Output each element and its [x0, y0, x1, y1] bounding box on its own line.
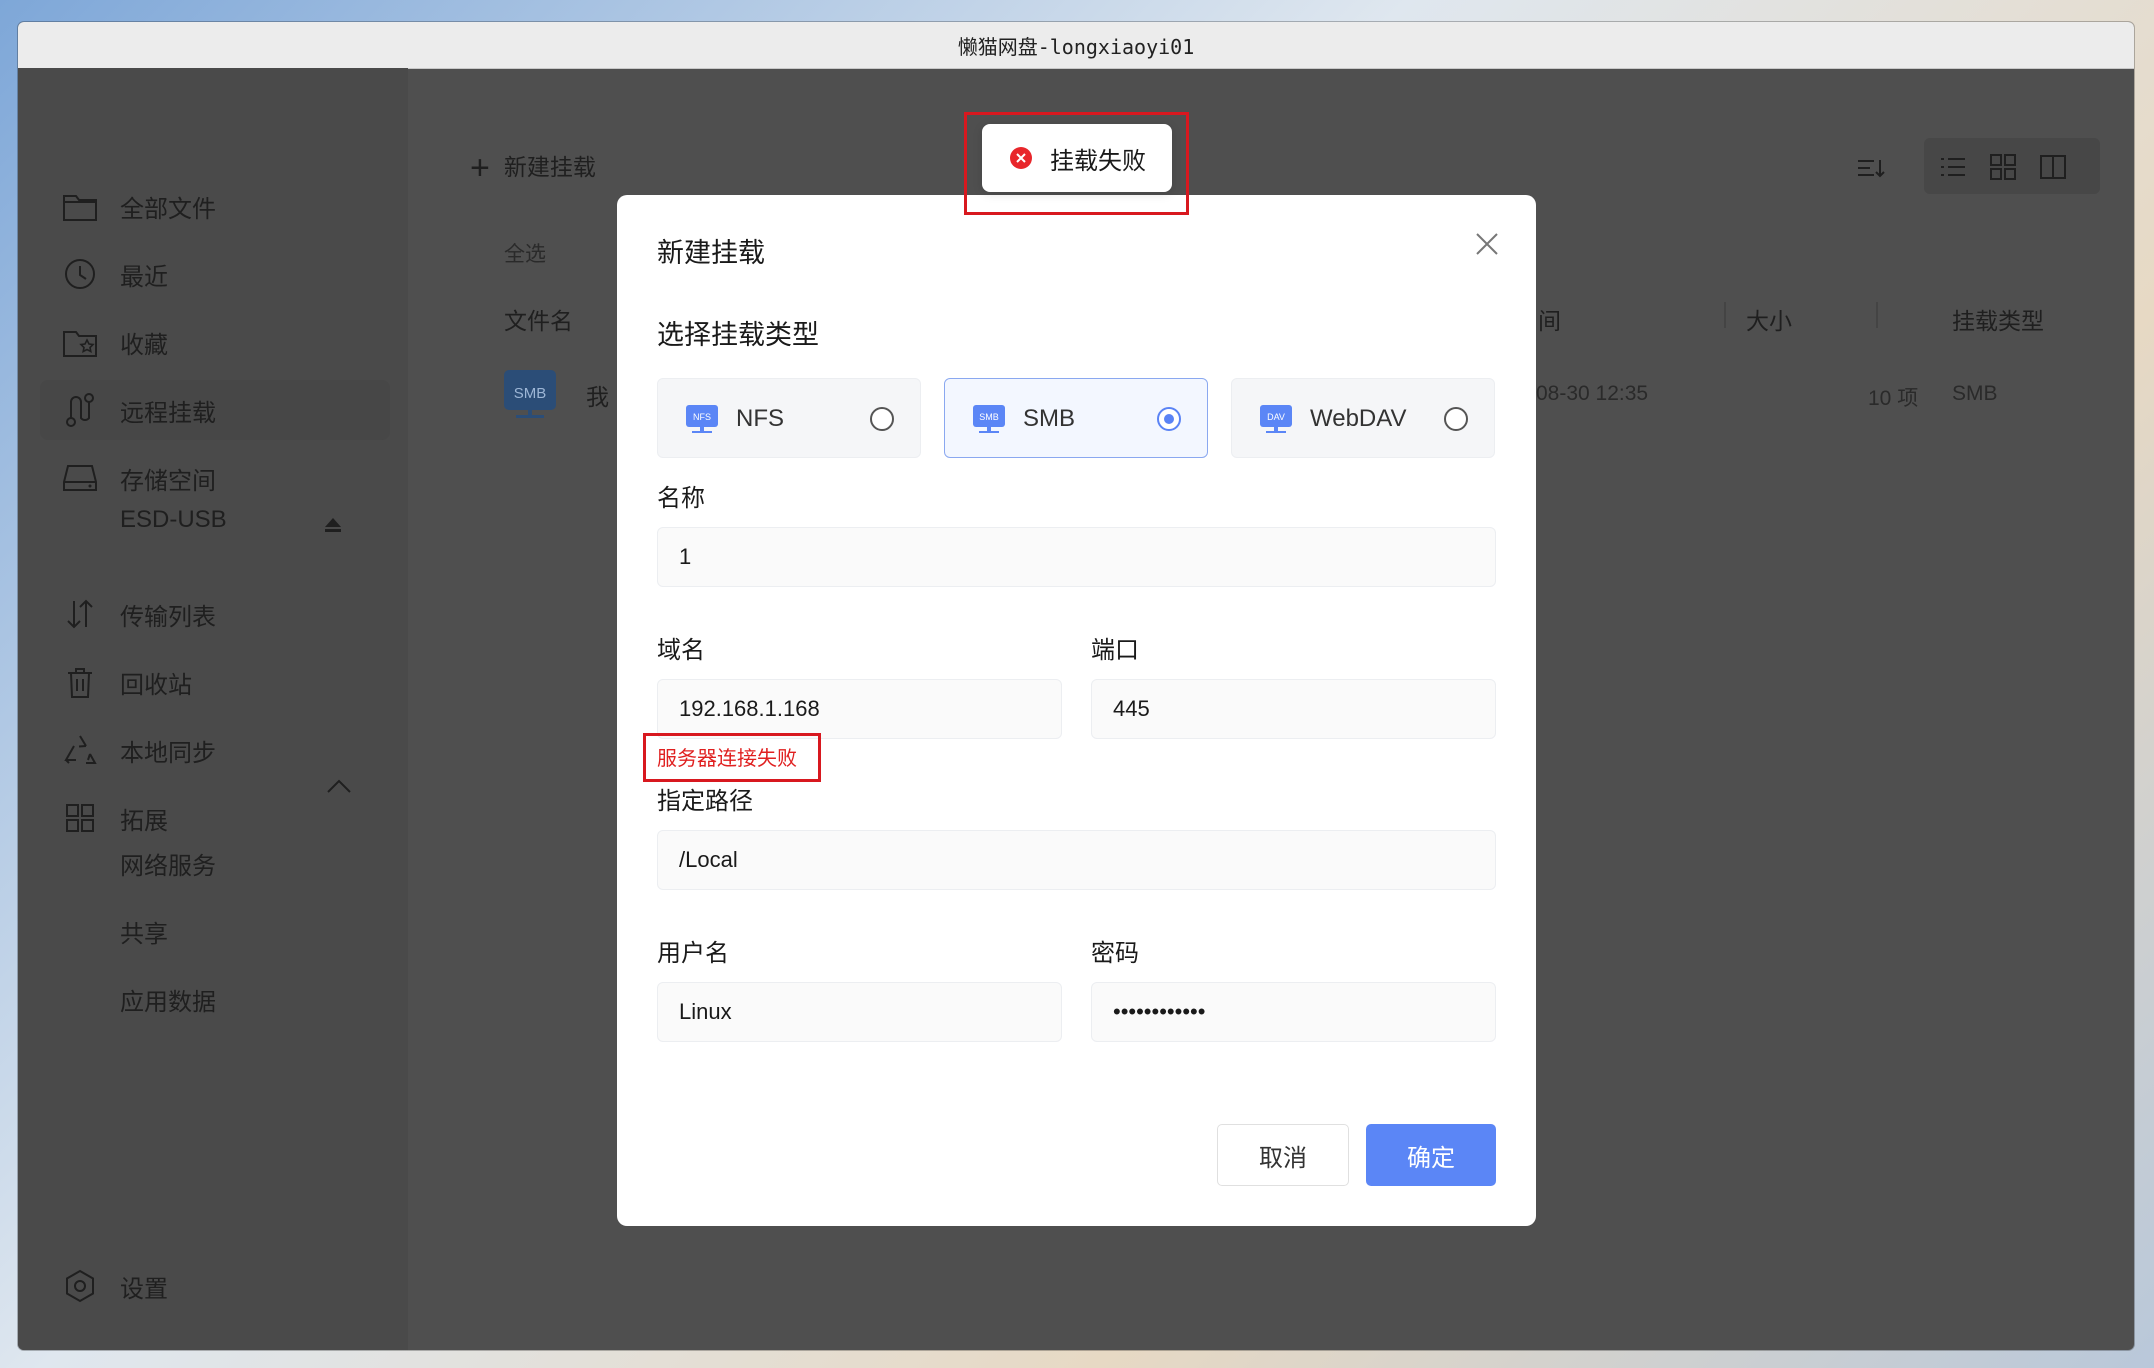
row-name: 我 — [586, 384, 609, 410]
path-input[interactable]: /Local — [657, 830, 1496, 890]
cancel-button[interactable]: 取消 — [1217, 1124, 1349, 1186]
domain-label: 域名 — [657, 637, 705, 664]
password-input[interactable]: •••••••••••• — [1091, 982, 1496, 1042]
chevron-up-icon[interactable] — [326, 778, 352, 799]
sidebar-item-network-services[interactable]: 网络服务 — [120, 846, 216, 881]
dialog-title: 新建挂载 — [657, 238, 765, 268]
column-divider — [1876, 302, 1878, 328]
plus-icon: + — [470, 149, 490, 188]
window-title: 懒猫网盘-longxiaoyi01 — [18, 22, 2134, 69]
sidebar-item-remote-mount[interactable]: 远程挂载 — [40, 380, 390, 440]
webdav-icon: DAV — [1260, 403, 1292, 435]
mount-type-webdav[interactable]: DAV WebDAV — [1231, 378, 1495, 458]
svg-text:NFS: NFS — [693, 412, 711, 422]
sidebar-item-esd-usb[interactable]: ESD-USB — [120, 506, 227, 534]
smb-icon: SMB — [973, 403, 1005, 435]
mount-type-smb[interactable]: SMB SMB — [944, 378, 1208, 458]
sort-icon[interactable] — [1854, 152, 1886, 184]
path-label: 指定路径 — [657, 788, 753, 815]
split-view-icon[interactable] — [2038, 152, 2068, 182]
domain-input[interactable]: 192.168.1.168 — [657, 679, 1062, 739]
column-header-mount-type[interactable]: 挂载类型 — [1952, 302, 2044, 336]
sidebar-item-all-files[interactable]: 全部文件 — [40, 176, 390, 236]
new-mount-dialog: 新建挂载 选择挂载类型 NFS NFS SMB SMB DAV WebDAV 名… — [617, 195, 1536, 1226]
name-input[interactable]: 1 — [657, 527, 1496, 587]
nfs-radio[interactable] — [870, 407, 894, 431]
grid-view-icon[interactable] — [1988, 152, 2018, 182]
history-icon — [60, 254, 100, 294]
sidebar-item-storage[interactable]: 存储空间 — [40, 448, 390, 508]
port-label: 端口 — [1091, 637, 1139, 664]
sidebar: 全部文件 最近 收藏 远程挂载 存储空间 ESD-USB 传输列表 回收站 本地… — [18, 68, 408, 1350]
trash-icon — [60, 662, 100, 702]
row-time: 08-30 12:35 — [1536, 382, 1649, 405]
sync-icon — [60, 730, 100, 770]
column-divider — [1724, 302, 1726, 328]
nfs-icon: NFS — [686, 403, 718, 435]
drive-icon — [60, 458, 100, 498]
sidebar-item-recent[interactable]: 最近 — [40, 244, 390, 304]
select-all-checkbox[interactable]: 全选 — [504, 238, 546, 268]
sidebar-item-share[interactable]: 共享 — [120, 914, 168, 949]
mount-type-nfs[interactable]: NFS NFS — [657, 378, 921, 458]
sidebar-item-transfers[interactable]: 传输列表 — [40, 584, 390, 644]
smb-radio[interactable] — [1157, 407, 1181, 431]
annotation-box-error — [643, 733, 821, 782]
username-label: 用户名 — [657, 940, 729, 967]
port-input[interactable]: 445 — [1091, 679, 1496, 739]
list-view-icon[interactable] — [1938, 152, 1968, 182]
sidebar-item-favorites[interactable]: 收藏 — [40, 312, 390, 372]
name-label: 名称 — [657, 485, 705, 512]
sidebar-item-app-data[interactable]: 应用数据 — [120, 982, 216, 1017]
new-mount-button[interactable]: + 新建挂载 — [470, 148, 596, 188]
svg-text:SMB: SMB — [979, 412, 999, 422]
folder-icon — [60, 186, 100, 226]
column-header-time[interactable]: 间 — [1538, 302, 1561, 336]
svg-text:DAV: DAV — [1267, 412, 1285, 422]
sidebar-item-settings[interactable]: 设置 — [40, 1256, 390, 1316]
transfer-icon — [60, 594, 100, 634]
smb-folder-icon: SMB — [504, 370, 556, 418]
settings-icon — [60, 1266, 100, 1306]
svg-text:SMB: SMB — [514, 385, 547, 402]
row-type: SMB — [1952, 382, 1998, 405]
confirm-button[interactable]: 确定 — [1366, 1124, 1496, 1186]
annotation-box-toast — [964, 112, 1189, 215]
grid-icon — [60, 798, 100, 838]
row-size: 10 项 — [1868, 387, 1919, 410]
column-header-name[interactable]: 文件名 — [504, 302, 573, 336]
star-folder-icon — [60, 322, 100, 362]
password-label: 密码 — [1091, 940, 1139, 967]
mount-type-heading: 选择挂载类型 — [657, 320, 819, 350]
eject-icon[interactable] — [322, 516, 344, 539]
username-input[interactable]: Linux — [657, 982, 1062, 1042]
column-header-size[interactable]: 大小 — [1746, 302, 1792, 336]
close-icon[interactable] — [1474, 231, 1500, 257]
sidebar-item-local-sync[interactable]: 本地同步 — [40, 720, 390, 780]
remote-mount-icon — [60, 390, 100, 430]
sidebar-item-trash[interactable]: 回收站 — [40, 652, 390, 712]
webdav-radio[interactable] — [1444, 407, 1468, 431]
